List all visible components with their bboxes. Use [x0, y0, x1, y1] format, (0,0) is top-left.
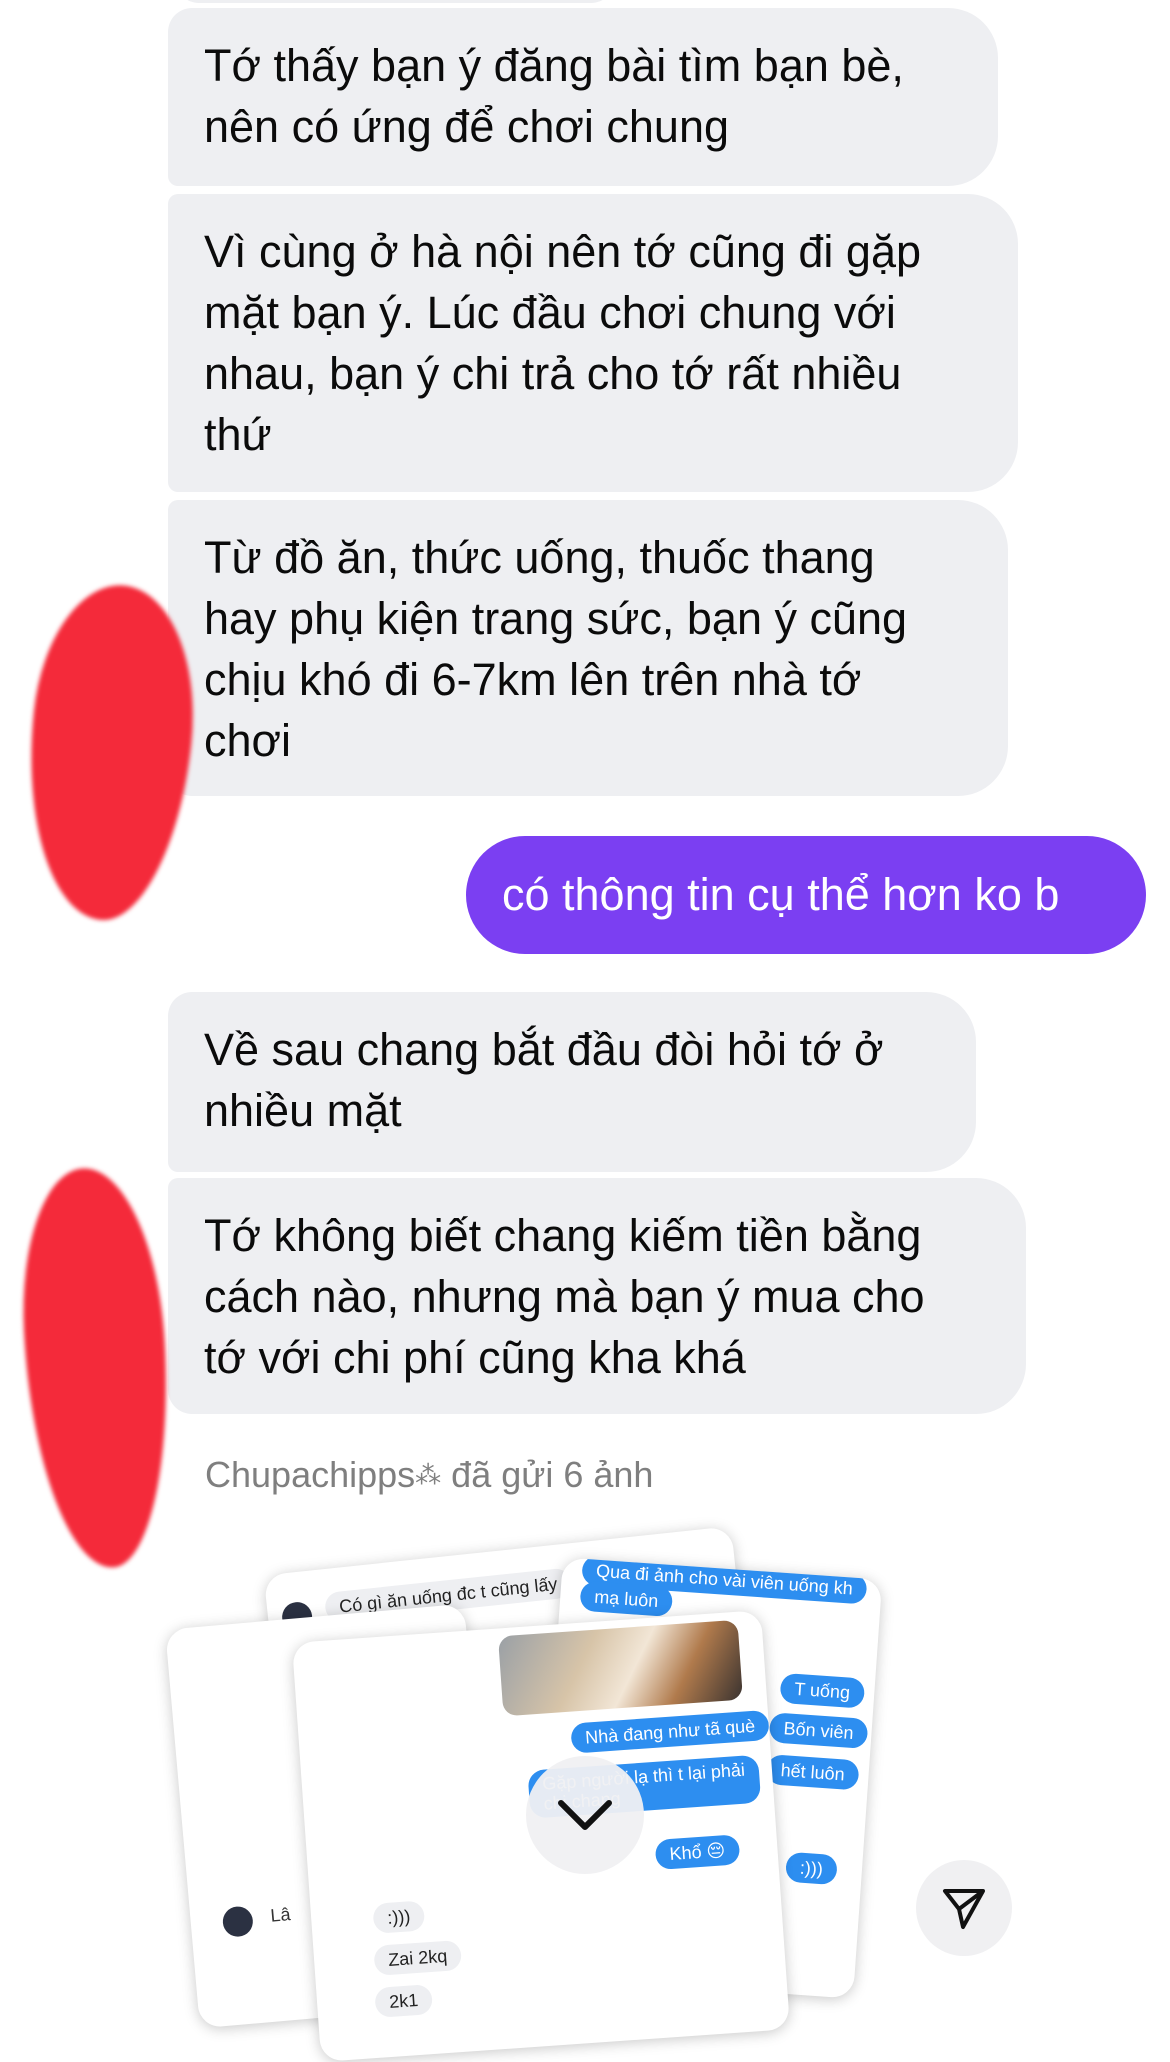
- message-bubble-3[interactable]: Từ đồ ăn, thức uống, thuốc thang hay phụ…: [168, 500, 1008, 796]
- previous-message-edge: [175, 0, 615, 3]
- redaction-scribble-bottom: [15, 1164, 177, 1572]
- scroll-down-button[interactable]: [526, 1756, 644, 1874]
- photo-message: hết luôn: [765, 1754, 860, 1791]
- message-bubble-2[interactable]: Vì cùng ở hà nội nên tớ cũng đi gặp mặt …: [168, 194, 1018, 492]
- avatar: [221, 1905, 255, 1938]
- sender-name: Chupachipps: [205, 1454, 416, 1495]
- photo-message: T uống: [779, 1672, 866, 1709]
- sparkle-icon: ⁂: [415, 1460, 442, 1490]
- sent-photos-status: Chupachipps⁂ đã gửi 6 ảnh: [205, 1452, 653, 1498]
- photo-stack[interactable]: Có gì ăn uống đc t cũng lấy Qua đi ảnh c…: [0, 1526, 1170, 2062]
- message-bubble-4[interactable]: Về sau chang bắt đầu đòi hỏi tớ ở nhiều …: [168, 992, 976, 1172]
- share-button[interactable]: [916, 1860, 1012, 1956]
- photo-label: Lâ: [269, 1904, 292, 1926]
- message-bubble-5[interactable]: Tớ không biết chang kiếm tiền bằng cách …: [168, 1178, 1026, 1414]
- message-bubble-1[interactable]: Tớ thấy bạn ý đăng bài tìm bạn bè, nên c…: [168, 8, 998, 186]
- photo-message: Bốn viên: [768, 1712, 869, 1749]
- cat-photo: [497, 1619, 743, 1717]
- photo-message: :))): [784, 1851, 838, 1886]
- sent-message-bubble[interactable]: có thông tin cụ thể hơn ko b: [466, 836, 1146, 954]
- photo-message: :))): [372, 1900, 426, 1934]
- photo-message: mạ luôn: [579, 1580, 674, 1618]
- paper-plane-icon: [943, 1889, 985, 1929]
- chevron-down-icon: [558, 1800, 612, 1830]
- photo-message: 2k1: [374, 1984, 434, 2018]
- photo-message: Khổ 😔: [654, 1834, 741, 1871]
- photo-message: Zai 2kq: [373, 1939, 463, 1976]
- photo-message: Nhà đang như tã què: [570, 1709, 771, 1754]
- status-action: đã gửi 6 ảnh: [451, 1454, 654, 1495]
